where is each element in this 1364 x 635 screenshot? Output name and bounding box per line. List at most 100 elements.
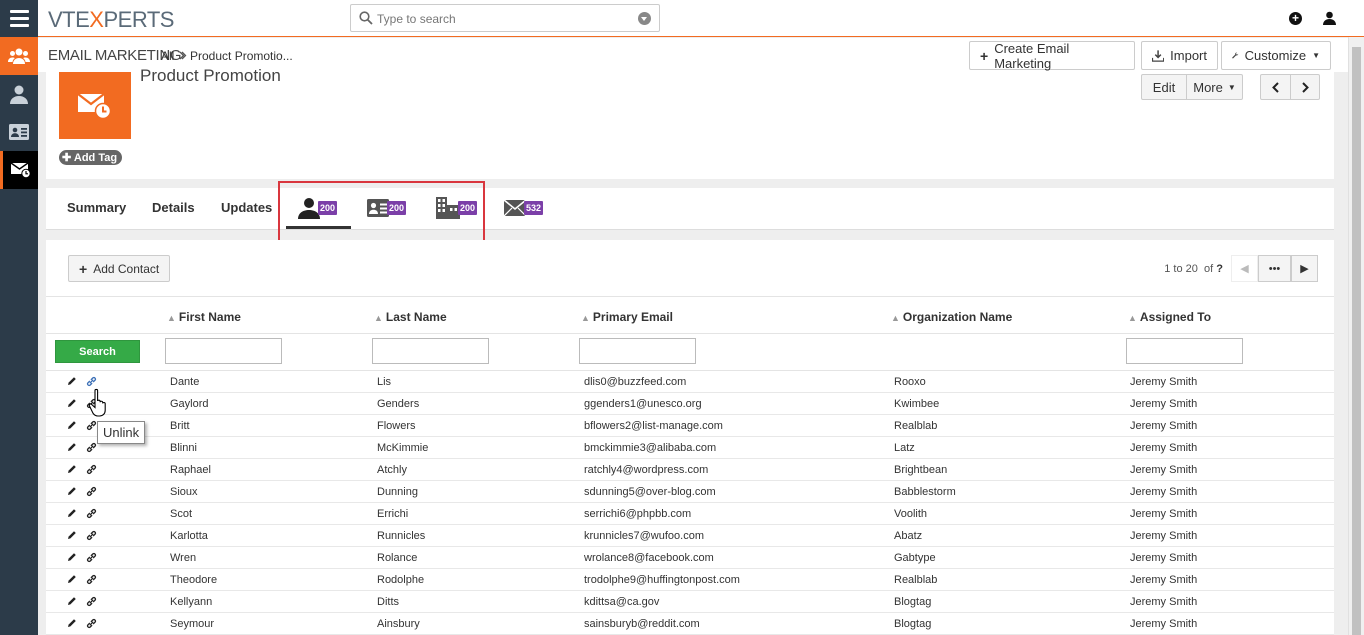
- vtexperts-logo[interactable]: VTEXPERTS: [48, 7, 174, 33]
- table-row: Sioux Dunning sdunning5@over-blog.com Babbl…: [46, 481, 1334, 503]
- column-primary-email[interactable]: ▲︎ Primary Email: [581, 310, 673, 324]
- quick-create-icon[interactable]: +: [1289, 12, 1302, 25]
- email-cell[interactable]: ratchly4@wordpress.com: [584, 464, 708, 476]
- last-name-cell[interactable]: Ainsbury: [377, 618, 420, 630]
- column-organization-name[interactable]: ▲︎ Organization Name: [891, 310, 1012, 324]
- edit-pencil-icon[interactable]: [67, 486, 77, 499]
- tab-details[interactable]: Details: [152, 200, 195, 215]
- first-name-filter-input[interactable]: [165, 338, 282, 364]
- organization-cell: Babblestorm: [894, 486, 956, 498]
- email-cell[interactable]: ggenders1@unesco.org: [584, 398, 702, 410]
- unlink-icon[interactable]: [86, 508, 97, 522]
- email-filter-input[interactable]: [579, 338, 696, 364]
- tab-related-emails[interactable]: 532: [504, 196, 544, 220]
- search-button[interactable]: Search: [55, 340, 140, 363]
- first-name-cell[interactable]: Raphael: [170, 464, 211, 476]
- first-name-cell[interactable]: Britt: [170, 420, 190, 432]
- unlink-icon[interactable]: [86, 442, 97, 456]
- last-name-cell[interactable]: Flowers: [377, 420, 416, 432]
- last-name-cell[interactable]: Rolance: [377, 552, 417, 564]
- edit-pencil-icon[interactable]: [67, 420, 77, 433]
- tab-updates[interactable]: Updates: [221, 200, 272, 215]
- create-email-marketing-button[interactable]: + Create Email Marketing: [969, 41, 1135, 71]
- unlink-icon[interactable]: [86, 574, 97, 588]
- email-cell[interactable]: sainsburyb@reddit.com: [584, 618, 700, 630]
- email-cell[interactable]: serrichi6@phpbb.com: [584, 508, 691, 520]
- edit-pencil-icon[interactable]: [67, 442, 77, 455]
- email-cell[interactable]: trodolphe9@huffingtonpost.com: [584, 574, 740, 586]
- last-name-cell[interactable]: Atchly: [377, 464, 407, 476]
- more-button[interactable]: More ▼: [1186, 75, 1242, 99]
- edit-pencil-icon[interactable]: [67, 574, 77, 587]
- email-cell[interactable]: bflowers2@list-manage.com: [584, 420, 723, 432]
- page-scrollbar[interactable]: [1348, 37, 1364, 635]
- edit-pencil-icon[interactable]: [67, 618, 77, 631]
- add-tag-button[interactable]: ✚ Add Tag: [59, 150, 123, 165]
- unlink-icon[interactable]: [86, 486, 97, 500]
- plus-icon: +: [980, 47, 989, 64]
- first-name-cell[interactable]: Gaylord: [170, 398, 209, 410]
- first-name-cell[interactable]: Theodore: [170, 574, 217, 586]
- last-name-cell[interactable]: Dunning: [377, 486, 418, 498]
- email-cell[interactable]: bmckimmie3@alibaba.com: [584, 442, 716, 454]
- add-contact-button[interactable]: + Add Contact: [68, 255, 171, 282]
- edit-pencil-icon[interactable]: [67, 596, 77, 609]
- unlink-icon[interactable]: [86, 464, 97, 478]
- search-options-icon[interactable]: [638, 12, 651, 25]
- first-name-cell[interactable]: Sioux: [170, 486, 198, 498]
- unlink-icon[interactable]: [86, 530, 97, 544]
- last-name-cell[interactable]: Ditts: [377, 596, 399, 608]
- users-group-icon[interactable]: [0, 37, 38, 75]
- tab-summary[interactable]: Summary: [67, 200, 126, 215]
- first-name-cell[interactable]: Karlotta: [170, 530, 208, 542]
- last-name-cell[interactable]: McKimmie: [377, 442, 428, 454]
- assigned-to-filter-input[interactable]: [1126, 338, 1243, 364]
- user-menu-icon[interactable]: [1323, 11, 1336, 25]
- email-cell[interactable]: krunnicles7@wufoo.com: [584, 530, 704, 542]
- last-name-cell[interactable]: Lis: [377, 376, 391, 388]
- edit-pencil-icon[interactable]: [67, 530, 77, 543]
- next-record-icon[interactable]: [1290, 75, 1319, 99]
- first-name-cell[interactable]: Wren: [170, 552, 196, 564]
- edit-pencil-icon[interactable]: [67, 398, 77, 411]
- edit-pencil-icon[interactable]: [67, 376, 77, 389]
- unlink-icon[interactable]: [86, 596, 97, 610]
- last-name-cell[interactable]: Errichi: [377, 508, 408, 520]
- column-first-name[interactable]: ▲︎ First Name: [167, 310, 241, 324]
- email-cell[interactable]: sdunning5@over-blog.com: [584, 486, 716, 498]
- first-name-cell[interactable]: Kellyann: [170, 596, 212, 608]
- edit-pencil-icon[interactable]: [67, 552, 77, 565]
- email-cell[interactable]: wrolance8@facebook.com: [584, 552, 714, 564]
- previous-page-icon[interactable]: ◀: [1231, 255, 1258, 282]
- email-cell[interactable]: dlis0@buzzfeed.com: [584, 376, 686, 388]
- unlink-icon[interactable]: [86, 618, 97, 632]
- contact-person-icon[interactable]: [0, 75, 38, 113]
- column-assigned-to[interactable]: ▲︎ Assigned To: [1128, 310, 1211, 324]
- unlink-icon[interactable]: [86, 420, 97, 434]
- email-marketing-icon[interactable]: [0, 151, 38, 189]
- import-button[interactable]: Import: [1141, 41, 1218, 70]
- edit-button[interactable]: Edit: [1142, 75, 1186, 99]
- menu-icon[interactable]: [0, 0, 38, 37]
- envelope-icon: [504, 200, 526, 216]
- global-search-input[interactable]: Type to search: [350, 4, 660, 32]
- page-jump-button[interactable]: •••: [1258, 255, 1291, 282]
- edit-pencil-icon[interactable]: [67, 464, 77, 477]
- last-name-cell[interactable]: Genders: [377, 398, 419, 410]
- first-name-cell[interactable]: Blinni: [170, 442, 197, 454]
- breadcrumb-all[interactable]: All: [161, 49, 174, 63]
- last-name-cell[interactable]: Runnicles: [377, 530, 425, 542]
- unlink-icon[interactable]: [86, 552, 97, 566]
- first-name-cell[interactable]: Scot: [170, 508, 192, 520]
- column-last-name[interactable]: ▲︎ Last Name: [374, 310, 447, 324]
- previous-record-icon[interactable]: [1261, 75, 1290, 99]
- first-name-cell[interactable]: Dante: [170, 376, 199, 388]
- next-page-icon[interactable]: ▶: [1291, 255, 1318, 282]
- contact-card-icon[interactable]: [0, 113, 38, 151]
- last-name-filter-input[interactable]: [372, 338, 489, 364]
- edit-pencil-icon[interactable]: [67, 508, 77, 521]
- customize-button[interactable]: Customize ▼: [1221, 41, 1331, 70]
- first-name-cell[interactable]: Seymour: [170, 618, 214, 630]
- email-cell[interactable]: kdittsa@ca.gov: [584, 596, 659, 608]
- last-name-cell[interactable]: Rodolphe: [377, 574, 424, 586]
